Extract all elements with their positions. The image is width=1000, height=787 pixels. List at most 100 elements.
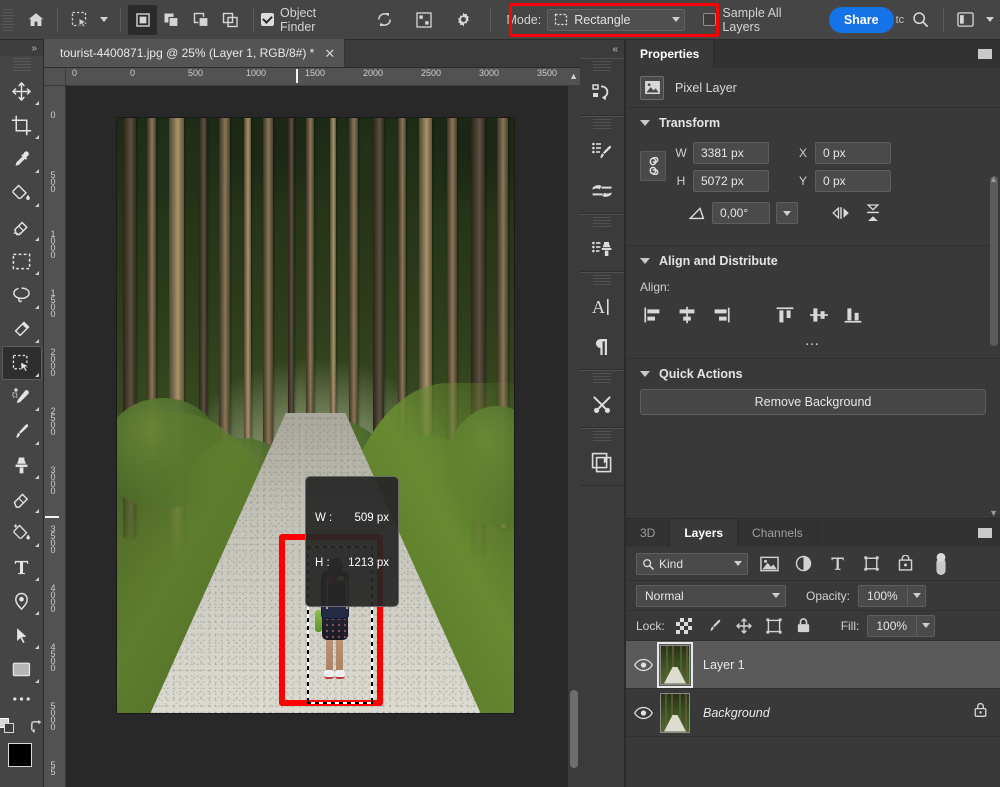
type-tool[interactable] [2, 550, 42, 584]
align-top-edges-icon[interactable] [772, 302, 798, 328]
show-object-overlay-icon[interactable] [409, 5, 439, 35]
link-dimensions-icon[interactable] [640, 151, 666, 181]
gradient-tool[interactable] [2, 516, 42, 550]
align-more-button[interactable]: … [805, 333, 822, 348]
height-input[interactable]: 5072 px [693, 170, 769, 192]
canvas-area[interactable]: W : 509 px H : 1213 px [66, 86, 580, 787]
character-panel-icon[interactable]: A [582, 287, 622, 327]
filter-type-layers-icon[interactable] [824, 553, 850, 575]
chevron-up-icon[interactable]: ▲ [569, 71, 578, 81]
toolbar-expand-button[interactable]: » [0, 40, 43, 56]
brushes-panel-icon[interactable] [582, 131, 622, 171]
layer-thumbnail[interactable] [660, 692, 690, 733]
layers-panel-menu-button[interactable] [978, 519, 992, 547]
new-selection-button[interactable] [127, 4, 158, 35]
path-selection-tool[interactable] [2, 618, 42, 652]
align-right-edges-icon[interactable] [708, 302, 734, 328]
transform-section-header[interactable]: Transform [626, 108, 1000, 138]
eye-icon[interactable] [626, 706, 660, 720]
angle-input[interactable]: 0,00° [712, 202, 770, 224]
align-left-edges-icon[interactable] [640, 302, 666, 328]
eraser-tool-2[interactable] [2, 482, 42, 516]
gear-icon[interactable] [449, 5, 479, 35]
mode-select[interactable]: Rectangle [547, 8, 686, 31]
lock-image-pixels-icon[interactable] [703, 615, 725, 637]
lock-all-icon[interactable] [793, 615, 815, 637]
dock-group-grip[interactable] [593, 119, 611, 130]
paragraph-panel-icon[interactable] [582, 327, 622, 367]
add-to-selection-button[interactable] [157, 5, 187, 35]
filter-shape-layers-icon[interactable] [858, 553, 884, 575]
eye-icon[interactable] [626, 658, 660, 672]
tool-presets-panel-icon[interactable] [582, 385, 622, 425]
move-tool[interactable] [2, 74, 42, 108]
object-selection-tool-icon[interactable] [65, 5, 95, 35]
align-vertical-centers-icon[interactable] [806, 302, 832, 328]
scrollbar-thumb[interactable] [570, 690, 578, 768]
ruler-corner[interactable] [44, 68, 66, 86]
quick-selection-tool[interactable] [2, 312, 42, 346]
properties-scrollbar[interactable] [990, 170, 998, 510]
dock-group-grip[interactable] [593, 61, 611, 72]
lock-position-icon[interactable] [733, 615, 755, 637]
blend-mode-select[interactable]: Normal [636, 584, 786, 607]
libraries-panel-icon[interactable] [582, 443, 622, 483]
angle-dropdown[interactable] [776, 202, 798, 224]
layer-thumbnail[interactable] [657, 641, 693, 688]
width-input[interactable]: 3381 px [693, 142, 769, 164]
scroll-up-icon[interactable]: ▲ [989, 174, 998, 184]
toolbar-grip[interactable] [12, 58, 31, 72]
dock-group-grip[interactable] [593, 275, 611, 286]
intersect-with-selection-button[interactable] [216, 5, 246, 35]
canvas-vertical-scrollbar[interactable] [568, 86, 580, 787]
tool-preset-chevron-down-icon[interactable] [95, 5, 113, 35]
opacity-stepper[interactable] [908, 584, 927, 607]
properties-panel-menu-button[interactable] [978, 40, 992, 68]
sample-all-layers-checkbox[interactable]: Sample All Layers [703, 6, 820, 34]
quick-actions-section-header[interactable]: Quick Actions [626, 359, 1000, 389]
paint-bucket-tool[interactable] [2, 176, 42, 210]
clone-source-panel-icon[interactable] [582, 229, 622, 269]
eraser-tool[interactable] [2, 210, 42, 244]
options-bar-grip[interactable] [3, 8, 13, 31]
filter-toggle-icon[interactable] [928, 552, 954, 575]
layer-kind-select[interactable]: Kind [636, 552, 748, 575]
refresh-icon[interactable] [370, 5, 400, 35]
fill-input[interactable]: 100% [867, 614, 918, 637]
filter-smart-objects-icon[interactable] [892, 553, 918, 575]
share-button[interactable]: Share [828, 6, 894, 33]
table-row[interactable]: Layer 1 [626, 641, 1000, 689]
dock-group-grip[interactable] [593, 431, 611, 442]
brush-settings-panel-icon[interactable] [582, 171, 622, 211]
tab-properties[interactable]: Properties [626, 40, 715, 68]
pen-tool[interactable] [2, 584, 42, 618]
search-icon[interactable] [906, 5, 936, 35]
x-input[interactable]: 0 px [815, 142, 891, 164]
tab-layers[interactable]: Layers [670, 519, 739, 547]
fill-stepper[interactable] [917, 614, 936, 637]
table-row[interactable]: Background [626, 689, 1000, 737]
brush-tool[interactable] [2, 414, 42, 448]
horizontal-ruler[interactable]: 0 0 500 1000 1500 2000 2500 3000 3500 ▲ [66, 68, 580, 86]
vertical-ruler[interactable]: 0 500 1000 1500 2000 2500 3000 3500 4000… [44, 86, 66, 787]
object-selection-tool[interactable] [1, 346, 42, 380]
object-finder-checkbox[interactable]: Object Finder [261, 6, 354, 34]
scrollbar-thumb[interactable] [990, 176, 998, 346]
lock-transparent-pixels-icon[interactable] [673, 615, 695, 637]
tab-3d[interactable]: 3D [626, 519, 671, 547]
clone-stamp-tool[interactable] [2, 448, 42, 482]
crop-tool[interactable] [2, 108, 42, 142]
document-tab[interactable]: tourist-4400871.jpg @ 25% (Layer 1, RGB/… [44, 39, 346, 67]
healing-brush-tool[interactable] [2, 380, 42, 414]
swap-colors-icon[interactable] [29, 719, 44, 739]
y-input[interactable]: 0 px [815, 170, 891, 192]
filter-pixel-layers-icon[interactable] [756, 553, 782, 575]
workspace-icon[interactable] [951, 5, 981, 35]
artboard[interactable] [117, 118, 514, 713]
lock-artboard-nesting-icon[interactable] [763, 615, 785, 637]
dock-group-grip[interactable] [593, 217, 611, 228]
scroll-down-icon[interactable]: ▼ [989, 508, 998, 518]
flip-vertical-icon[interactable] [860, 201, 886, 225]
more-tools-button[interactable] [2, 686, 42, 712]
workspace-chevron-down-icon[interactable] [980, 5, 1000, 35]
